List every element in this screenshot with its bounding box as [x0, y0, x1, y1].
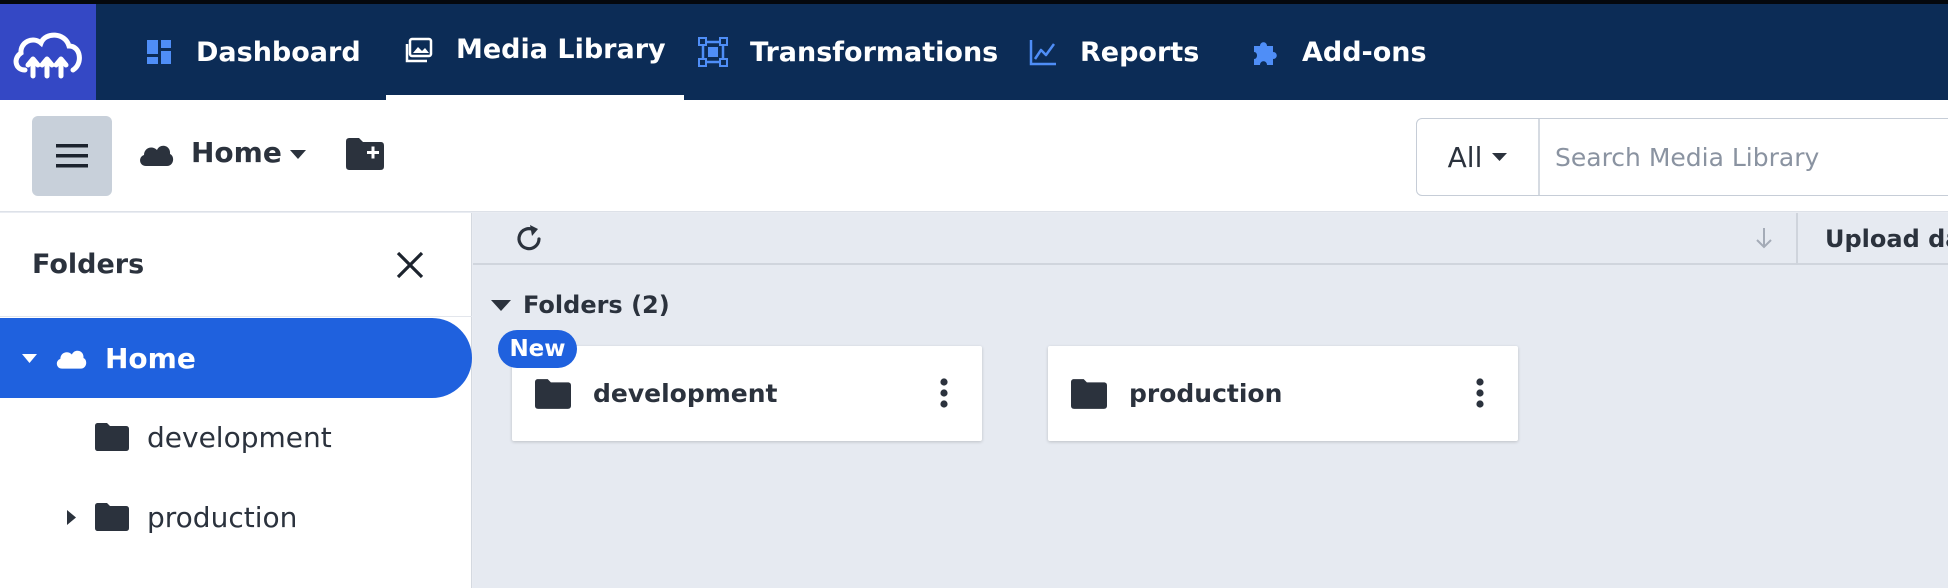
caret-down-icon	[491, 299, 511, 311]
nav-transformations[interactable]: Transformations	[698, 4, 998, 100]
folders-section-label: Folders (2)	[523, 291, 670, 319]
cloudinary-logo[interactable]	[0, 4, 96, 100]
more-options-icon[interactable]	[1476, 378, 1484, 408]
search-filter-select[interactable]: All	[1417, 119, 1540, 195]
top-nav-bar: Dashboard Media Library Transformations …	[0, 0, 1948, 100]
search-bar: All	[1416, 118, 1948, 196]
tree-item-development[interactable]: development	[0, 402, 472, 472]
nav-add-ons[interactable]: Add-ons	[1250, 4, 1427, 100]
sidebar-title: Folders	[32, 249, 145, 280]
chevron-down-icon[interactable]	[290, 150, 306, 159]
close-icon[interactable]	[396, 251, 424, 279]
folder-card-name: production	[1129, 379, 1283, 408]
folder-card-production[interactable]: production	[1048, 346, 1518, 441]
nav-media-library[interactable]: Media Library	[386, 4, 684, 100]
reports-icon	[1029, 40, 1056, 66]
folder-icon	[1071, 378, 1107, 409]
caret-right-icon[interactable]	[67, 509, 76, 525]
hamburger-icon	[56, 144, 88, 168]
tree-item-label: development	[147, 420, 332, 454]
media-library-icon	[405, 37, 433, 62]
breadcrumb-home[interactable]: Home	[191, 136, 282, 169]
nav-dashboard[interactable]: Dashboard	[144, 4, 361, 100]
sort-arrow-down-icon[interactable]	[1755, 227, 1773, 249]
caret-down-icon[interactable]	[22, 353, 37, 363]
new-badge: New	[498, 330, 577, 368]
media-content-area: Upload date Folders (2) development New …	[473, 213, 1948, 588]
puzzle-icon	[1254, 42, 1277, 65]
chevron-down-icon	[1492, 153, 1508, 161]
tree-item-production[interactable]: production	[0, 482, 472, 552]
more-options-icon[interactable]	[940, 378, 948, 408]
sidebar-divider	[0, 316, 472, 317]
tree-item-label: Home	[105, 341, 196, 375]
column-separator	[1796, 213, 1798, 265]
nav-reports-label: Reports	[1080, 36, 1200, 68]
nav-dashboard-label: Dashboard	[196, 36, 361, 68]
tree-item-home[interactable]: Home	[0, 318, 472, 398]
nav-transformations-label: Transformations	[750, 36, 999, 68]
tree-item-label: production	[147, 500, 298, 534]
list-header: Upload date	[473, 213, 1948, 265]
nav-reports[interactable]: Reports	[1028, 4, 1199, 100]
refresh-icon[interactable]	[513, 223, 545, 255]
media-toolbar: Home All	[0, 100, 1948, 212]
dashboard-icon	[147, 40, 171, 64]
toggle-folders-button[interactable]	[32, 116, 112, 196]
folder-icon	[95, 423, 129, 451]
nav-media-library-label: Media Library	[456, 34, 666, 65]
search-input[interactable]	[1555, 137, 1948, 177]
folder-icon	[95, 503, 129, 531]
transformations-icon	[698, 37, 728, 67]
folder-card-development[interactable]: development	[512, 346, 982, 441]
column-header-upload-date[interactable]: Upload date	[1825, 225, 1948, 253]
cloud-upload-logo-icon	[13, 32, 82, 79]
search-filter-label: All	[1447, 140, 1483, 174]
nav-add-ons-label: Add-ons	[1302, 36, 1427, 68]
new-folder-icon[interactable]	[346, 138, 384, 170]
folders-section-toggle[interactable]: Folders (2)	[491, 291, 670, 319]
cloud-icon	[56, 350, 87, 369]
folder-icon	[535, 378, 571, 409]
cloud-icon	[140, 145, 174, 166]
folder-card-name: development	[593, 379, 778, 408]
folders-sidebar: Folders Home development production	[0, 213, 472, 588]
